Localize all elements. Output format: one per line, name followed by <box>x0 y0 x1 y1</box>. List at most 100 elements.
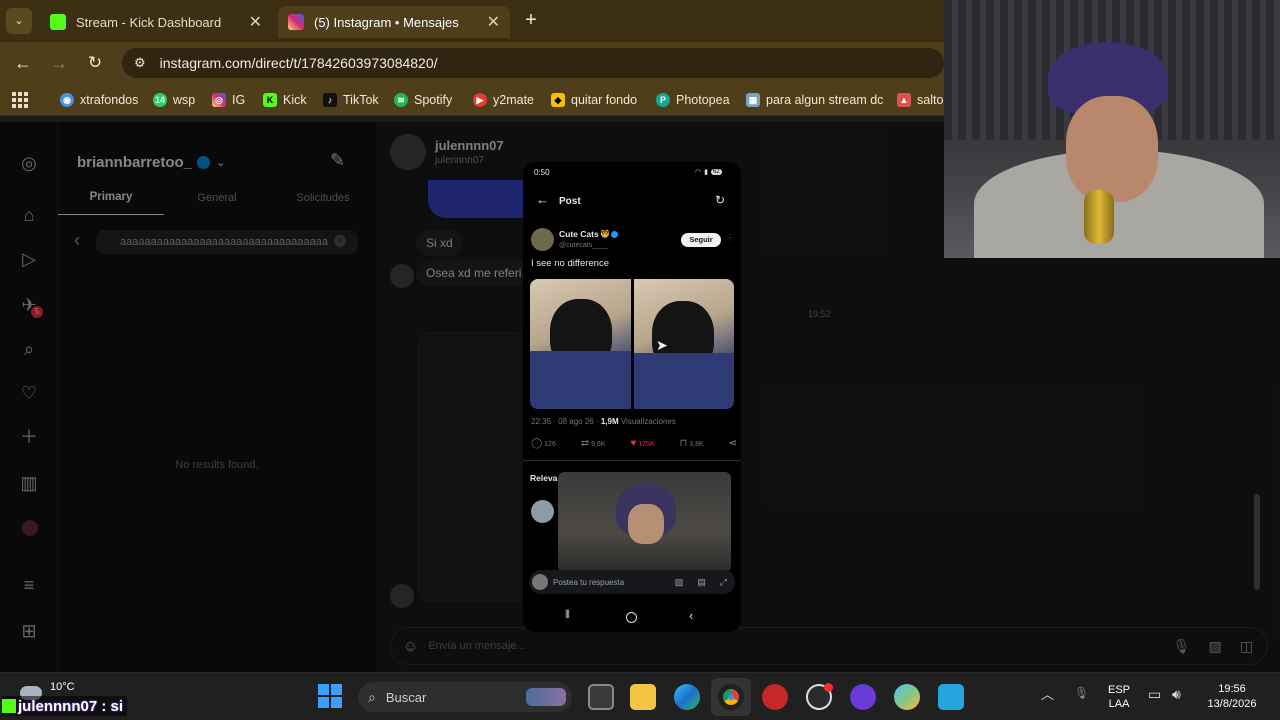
bookmark-xtrafondos[interactable]: ◉ xtrafondos <box>60 90 138 110</box>
notification-dot <box>824 683 833 692</box>
reply-placeholder: Postea tu respuesta <box>553 577 625 587</box>
microphone-tray-icon[interactable]: 🎙︎ <box>1074 686 1089 700</box>
bookmark-tree-icon: ▲ <box>897 93 911 107</box>
close-tab-icon[interactable]: ✕ <box>487 12 500 32</box>
post-action-bar: ◯ 126 ⇄ 9,6K ♥ 175K ⊓ 3,8K ⋖ <box>531 438 737 449</box>
bookmark-para-algun-stream[interactable]: ▦ para algun stream dc <box>746 90 883 110</box>
share-icon[interactable]: ⋖ <box>729 438 737 449</box>
site-info-icon[interactable]: ⚙ <box>134 55 146 71</box>
reply-icon: ◯ <box>531 438 543 449</box>
post-back-icon[interactable]: ← <box>536 192 549 207</box>
android-recents-icon[interactable]: ⦀ <box>565 609 570 622</box>
reply-author-avatar <box>531 500 554 523</box>
spotify-icon: ≋ <box>394 93 408 107</box>
instagram-favicon-icon <box>288 14 304 30</box>
tab-title: (5) Instagram • Mensajes <box>314 14 459 30</box>
chat-overlay-text: julennnn07 : si <box>18 697 124 715</box>
whatsapp-icon: 14 <box>153 93 167 107</box>
clock-date: 13/8/2026 <box>1207 698 1257 710</box>
post-image-right[interactable] <box>634 279 734 409</box>
weather-temp[interactable]: 10°C <box>50 681 75 693</box>
clock[interactable]: 19:56 13/8/2026 <box>1200 682 1264 712</box>
microphone <box>1084 190 1114 244</box>
tiktok-icon: ♪ <box>323 93 337 107</box>
repost-button[interactable]: ⇄ 9,6K <box>581 438 606 449</box>
file-explorer-icon[interactable] <box>630 684 656 710</box>
edge-icon[interactable] <box>674 684 700 710</box>
tab-search-button[interactable]: ⌄ <box>6 8 32 34</box>
bookmark-spotify[interactable]: ≋ Spotify <box>394 90 452 110</box>
like-button[interactable]: ♥ 175K <box>630 438 654 449</box>
media-player-icon[interactable] <box>850 684 876 710</box>
cat-emoji-icon: 😸︎ <box>600 229 610 239</box>
paint-icon[interactable] <box>894 684 920 710</box>
url-text: instagram.com/direct/t/17842603973084820… <box>159 55 438 71</box>
android-back-icon[interactable]: ‹ <box>689 608 693 623</box>
start-button[interactable] <box>318 684 342 708</box>
back-button[interactable]: ← <box>12 52 34 74</box>
bookmark-kick[interactable]: K Kick <box>263 90 307 110</box>
bookmark-page-icon: ▦ <box>746 93 760 107</box>
volume-icon[interactable]: 🔊︎ <box>1172 686 1181 703</box>
image-icon[interactable]: ▨ <box>675 577 684 588</box>
post-text: I see no difference <box>531 258 609 269</box>
search-icon: ⌕ <box>368 688 376 705</box>
chrome-icon[interactable] <box>718 684 744 710</box>
reply-button[interactable]: ◯ 126 <box>531 438 556 449</box>
author-name[interactable]: Cute Cats 😸︎ <box>559 229 619 239</box>
author-avatar[interactable] <box>531 228 554 251</box>
embedded-stream-video[interactable] <box>558 472 731 572</box>
gif-icon[interactable]: ▤ <box>697 577 706 588</box>
post-image-left[interactable] <box>530 279 631 409</box>
expand-icon[interactable]: ⤢ <box>720 577 727 588</box>
status-icons: ◠ ▮ 62 <box>695 168 722 176</box>
new-tab-button[interactable]: + <box>520 8 542 34</box>
mouse-cursor-icon: ➤ <box>656 337 668 353</box>
show-hidden-icons[interactable]: ︿ <box>1041 684 1054 703</box>
bookmark-quitar-fondo[interactable]: ◆ quitar fondo <box>551 90 637 110</box>
apps-grid-icon[interactable] <box>12 92 28 108</box>
screen-recorder-icon[interactable] <box>762 684 788 710</box>
reply-composer[interactable]: Postea tu respuesta ▨ ▤ ⤢ <box>529 570 735 594</box>
post-more-icon[interactable]: ⋮ <box>726 233 734 242</box>
reload-button[interactable]: ↻ <box>84 52 106 74</box>
address-bar[interactable]: ⚙ instagram.com/direct/t/178426039730848… <box>122 48 944 78</box>
bookmark-wsp[interactable]: 14 wsp <box>153 90 195 110</box>
android-home-icon[interactable] <box>626 612 637 623</box>
refresh-icon[interactable]: ↻ <box>715 193 725 207</box>
wifi-icon: ◠ <box>695 169 702 176</box>
language-indicator[interactable]: ESP LAA <box>1108 683 1130 711</box>
search-highlight-icon <box>526 688 566 706</box>
task-view-icon[interactable] <box>588 684 614 710</box>
photopea-icon: P <box>656 93 670 107</box>
instagram-icon: ◎ <box>212 93 226 107</box>
y2mate-icon: ▶ <box>473 93 487 107</box>
webcam-overlay <box>944 0 1280 258</box>
post-meta: 22:35 · 08 ago 26 · 1,9M Visualizaciones <box>531 417 676 426</box>
verified-badge-icon <box>611 230 619 238</box>
bookmark-tiktok[interactable]: ♪ TikTok <box>323 90 379 110</box>
follow-button[interactable]: Seguir <box>681 233 721 247</box>
relevant-label: Releva <box>530 473 558 483</box>
bookmark-y2mate[interactable]: ▶ y2mate <box>473 90 534 110</box>
bookmark-salto[interactable]: ▲ salto <box>897 90 943 110</box>
forward-button[interactable]: → <box>48 52 70 74</box>
close-tab-icon[interactable]: ✕ <box>249 12 262 32</box>
divider <box>523 460 741 461</box>
bookmark-ig[interactable]: ◎ IG <box>212 90 245 110</box>
streamer-face <box>1066 96 1158 202</box>
bookmark-button[interactable]: ⊓ 3,8K <box>680 438 704 449</box>
network-icon[interactable]: ▭ <box>1148 686 1161 703</box>
kick-favicon-icon <box>50 14 66 30</box>
battery-icon: 62 <box>710 169 722 175</box>
tab-instagram-mensajes[interactable]: (5) Instagram • Mensajes ✕ <box>278 6 510 38</box>
kick-icon: K <box>263 93 277 107</box>
taskbar-search[interactable]: ⌕ Buscar <box>358 682 572 712</box>
heart-icon: ♥ <box>630 438 637 449</box>
bookmark-icon: ⊓ <box>679 438 688 449</box>
tab-kick-dashboard[interactable]: Stream - Kick Dashboard ✕ <box>40 6 272 38</box>
bookmark-photopea[interactable]: P Photopea <box>656 90 730 110</box>
notepad-icon[interactable] <box>938 684 964 710</box>
stream-chat-overlay: julennnn07 : si <box>2 696 128 716</box>
arm-sleeve <box>530 351 631 409</box>
